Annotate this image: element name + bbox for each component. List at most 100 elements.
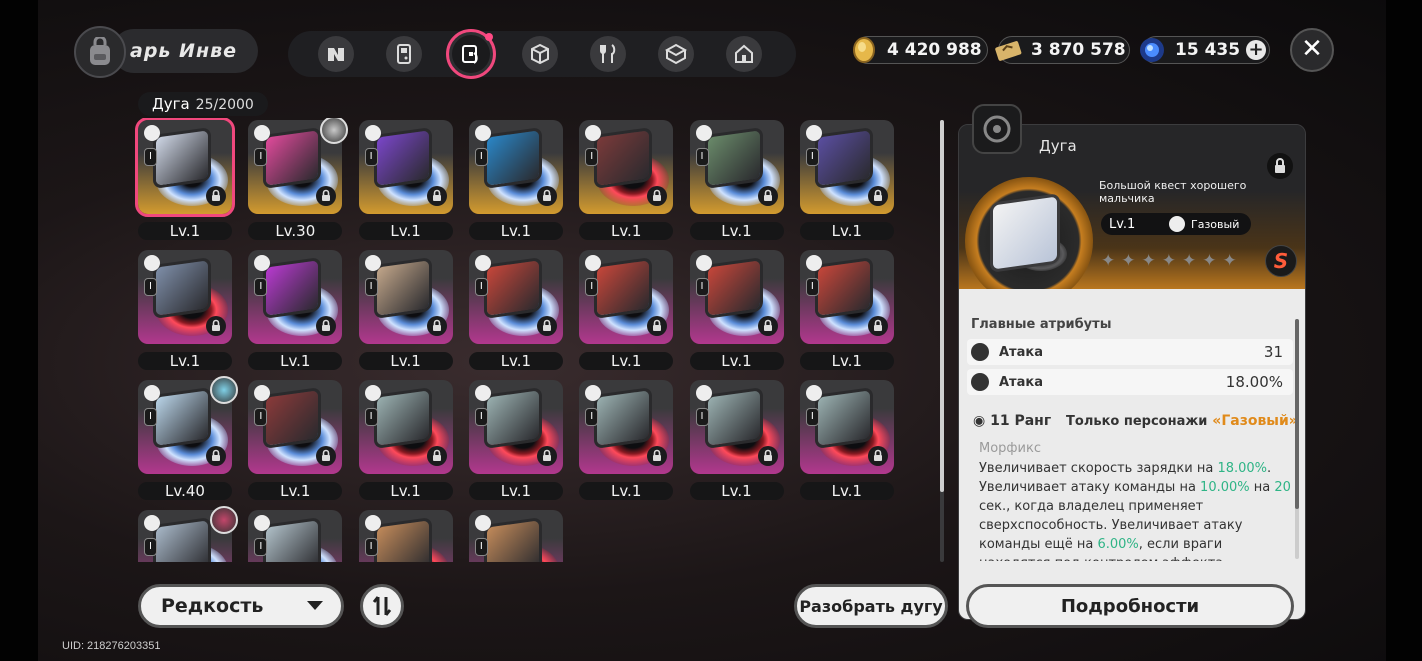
disc-card[interactable]: I Lv.1 — [465, 118, 565, 240]
details-button[interactable]: Подробности — [966, 584, 1294, 628]
disc-card[interactable]: I Lv.1 — [575, 378, 675, 500]
rarity-sort-dropdown[interactable]: Редкость — [138, 584, 344, 628]
disc-card[interactable]: I Lv.1 — [575, 118, 675, 240]
cutlery-icon — [600, 44, 616, 63]
lock-icon[interactable] — [867, 316, 888, 336]
lock-icon[interactable] — [867, 186, 888, 206]
lock-icon[interactable] — [757, 316, 778, 336]
rank-icon: I — [585, 148, 599, 166]
disc-card[interactable]: I Lv.1 — [575, 248, 675, 370]
lock-icon[interactable] — [757, 446, 778, 466]
disc-tile: I — [358, 380, 453, 474]
disc-card[interactable]: I Lv.1 — [355, 118, 455, 240]
rarity-label: Редкость — [161, 595, 264, 617]
only-characters-label: Только персонажи — [1066, 414, 1208, 429]
lock-icon[interactable] — [536, 186, 557, 206]
tab-house[interactable] — [726, 36, 762, 72]
attribute-name: Атака — [999, 374, 1043, 390]
ticket-amount: 3 870 578 — [1031, 40, 1126, 60]
lock-icon[interactable] — [647, 186, 668, 206]
tab-box[interactable] — [658, 36, 694, 72]
details-scrollbar[interactable] — [1295, 319, 1299, 559]
disc-attribute: Газовый — [1191, 217, 1240, 231]
star-icon: ✦ — [1121, 251, 1136, 271]
currency-ticket[interactable]: 3 870 578 — [995, 36, 1130, 64]
disc-tile: I — [248, 250, 343, 344]
currency-gold[interactable]: 4 420 988 — [853, 36, 988, 64]
lock-icon[interactable] — [757, 186, 778, 206]
disc-card[interactable]: I Lv.1 — [686, 378, 786, 500]
skill-description[interactable]: Увеличивает скорость зарядки на 18.00%. … — [979, 459, 1293, 561]
lock-icon[interactable] — [206, 186, 226, 206]
main-attributes-title: Главные атрибуты — [971, 317, 1112, 332]
disc-card[interactable]: I — [134, 506, 238, 562]
equipped-avatar — [320, 118, 349, 144]
rank-icon: I — [144, 538, 157, 556]
disc-tile: I — [799, 120, 894, 214]
disc-card[interactable]: I Lv.1 — [355, 248, 455, 370]
disc-card[interactable]: I Lv.1 — [244, 248, 344, 370]
lock-icon[interactable] — [316, 446, 337, 466]
disc-card[interactable]: I Lv.1 — [796, 378, 896, 500]
rank-icon: I — [474, 538, 488, 556]
disc-card[interactable]: I Lv.1 — [796, 248, 896, 370]
tab-console[interactable] — [386, 36, 422, 72]
disc-card[interactable]: I Lv.40 — [134, 376, 238, 500]
lock-icon[interactable] — [206, 316, 226, 336]
attribute-icon — [364, 515, 381, 531]
disc-card[interactable]: I Lv.1 — [465, 378, 565, 500]
disc-card[interactable]: I Lv.1 — [355, 378, 455, 500]
disc-card[interactable]: I Lv.1 — [244, 378, 344, 500]
backpack-icon[interactable] — [74, 26, 126, 78]
equipped-avatar — [210, 376, 238, 404]
lock-icon[interactable] — [647, 446, 668, 466]
disc-card[interactable]: I — [465, 508, 565, 562]
disc-detail-panel: Дуга Большой квест хорошего мальчика Lv.… — [958, 124, 1306, 620]
disc-cover-art — [156, 130, 208, 186]
disc-cover-art — [817, 130, 870, 186]
tab-cube[interactable] — [522, 36, 558, 72]
lock-icon[interactable] — [426, 446, 447, 466]
only-attribute: «Газовый» — [1212, 413, 1298, 429]
add-crystal-button[interactable]: + — [1246, 40, 1267, 60]
disc-tile: I — [799, 380, 894, 474]
lock-icon[interactable] — [206, 446, 226, 466]
disc-card[interactable]: I Lv.30 — [244, 118, 349, 240]
count-value: 25/2000 — [195, 97, 254, 113]
disc-card[interactable]: I — [244, 508, 344, 562]
disc-card[interactable]: I Lv.1 — [686, 118, 786, 240]
lock-icon[interactable] — [536, 316, 557, 336]
disc-tile: I — [799, 250, 894, 344]
lock-icon[interactable] — [316, 316, 337, 336]
disc-card[interactable]: I — [355, 508, 455, 562]
lock-icon[interactable] — [316, 186, 337, 206]
grid-scroll-thumb[interactable] — [940, 120, 944, 492]
grid-scrollbar[interactable] — [940, 120, 944, 562]
tab-food[interactable] — [590, 36, 626, 72]
disc-card[interactable]: I Lv.1 — [686, 248, 786, 370]
disc-card[interactable]: I Lv.1 — [134, 118, 235, 240]
lock-icon[interactable] — [426, 186, 447, 206]
rank-icon: I — [254, 148, 268, 166]
disc-level: Lv.1 — [689, 482, 784, 500]
tab-n[interactable] — [318, 36, 354, 72]
lock-icon[interactable] — [647, 316, 668, 336]
disc-category-icon — [972, 104, 1022, 154]
close-button[interactable]: ✕ — [1290, 28, 1334, 72]
attack-icon — [971, 343, 989, 361]
sort-order-button[interactable] — [360, 584, 404, 628]
disc-level: Lv.1 — [579, 222, 674, 240]
disc-level: Lv.1 — [799, 352, 894, 370]
lock-icon[interactable] — [426, 316, 447, 336]
currency-crystal[interactable]: 15 435 + — [1140, 36, 1270, 64]
cover-art — [993, 196, 1057, 270]
dismantle-button[interactable]: Разобрать дугу — [794, 584, 948, 628]
tab-disc[interactable] — [446, 29, 496, 79]
lock-icon[interactable] — [867, 446, 888, 466]
disc-card[interactable]: I Lv.1 — [465, 248, 565, 370]
details-scroll-thumb[interactable] — [1295, 319, 1299, 509]
disc-card[interactable]: I Lv.1 — [796, 118, 896, 240]
lock-toggle[interactable] — [1267, 153, 1293, 179]
disc-card[interactable]: I Lv.1 — [134, 248, 234, 370]
lock-icon[interactable] — [536, 446, 557, 466]
